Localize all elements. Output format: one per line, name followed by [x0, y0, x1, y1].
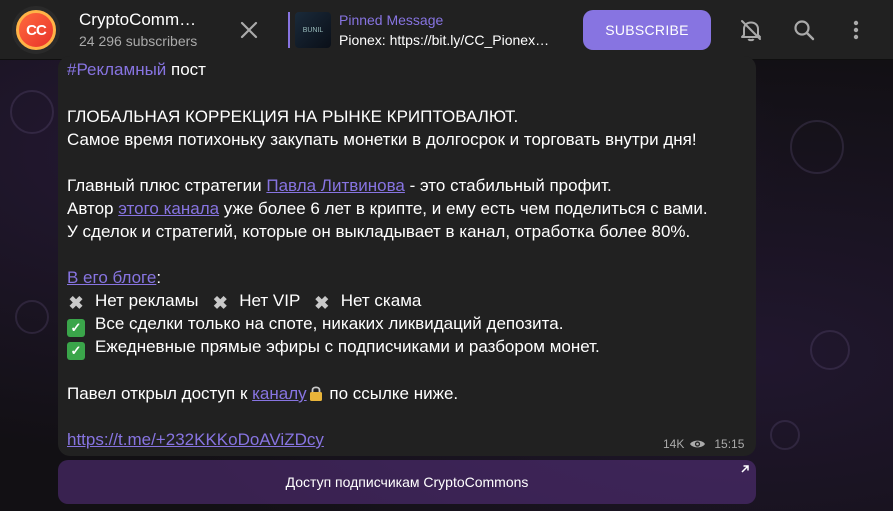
- more-vertical-icon: [853, 20, 859, 40]
- feature-spot-text: Все сделки только на споте, никаких ликв…: [95, 314, 564, 333]
- channel-access-link[interactable]: каналу: [252, 384, 307, 403]
- more-menu-button[interactable]: [842, 16, 870, 44]
- blog-link[interactable]: В его блоге: [67, 268, 156, 287]
- message-line-2: Самое время потихоньку закупать монетки …: [67, 130, 697, 149]
- message-line-3: Главный плюс стратегии Павла Литвинова -…: [67, 176, 612, 196]
- message-time: 15:15: [714, 437, 745, 451]
- line3-end: - это стабильный профит.: [404, 176, 612, 195]
- external-arrow-icon: [741, 465, 749, 473]
- line7-end: по ссылке ниже.: [324, 384, 459, 403]
- message-headline: ГЛОБАЛЬНАЯ КОРРЕКЦИЯ НА РЫНКЕ КРИПТОВАЛЮ…: [67, 107, 519, 126]
- feature-line-streams: ✓ Ежедневные прямые эфиры с подписчиками …: [67, 337, 600, 360]
- message-line-5: У сделок и стратегий, которые он выклады…: [67, 222, 691, 241]
- subscribe-button[interactable]: SUBSCRIBE: [583, 10, 711, 50]
- pinned-text: Pionex: https://bit.ly/CC_Pionex…: [339, 32, 550, 48]
- line4-end: уже более 6 лет в крипте, и ему есть чем…: [219, 199, 708, 218]
- cross-mark-icon: ✖: [314, 293, 330, 313]
- pinned-thumbnail: BUNIL: [295, 12, 331, 48]
- subscriber-count: 24 296 subscribers: [79, 33, 198, 49]
- invite-url-line: https://t.me/+232KKKoDoAViZDcy: [67, 430, 324, 450]
- cross-mark-icon: ✖: [212, 293, 228, 313]
- message-line-4: Автор этого канала уже более 6 лет в кри…: [67, 199, 708, 219]
- mute-bell-icon: [741, 20, 761, 42]
- pinned-label: Pinned Message: [339, 12, 444, 28]
- check-mark-icon: ✓: [67, 342, 85, 360]
- hashtag-suffix: пост: [166, 60, 206, 79]
- search-button[interactable]: [790, 16, 818, 44]
- close-button[interactable]: [234, 16, 264, 44]
- feature-no-scam: Нет скама: [340, 291, 422, 310]
- mute-button[interactable]: [737, 16, 765, 44]
- avatar-logo: CC: [16, 10, 56, 50]
- check-mark-icon: ✓: [67, 319, 85, 337]
- lock-icon: [309, 386, 322, 401]
- message-line-hashtag: #Рекламный пост: [67, 60, 206, 80]
- eye-icon: [690, 440, 706, 448]
- channel-avatar[interactable]: CC: [12, 6, 60, 54]
- cross-mark-icon: ✖: [68, 293, 84, 313]
- features-negative-line: ✖ Нет рекламы ✖ Нет VIP ✖ Нет скама: [67, 291, 421, 312]
- line6-colon: :: [156, 268, 162, 287]
- pinned-indicator: [288, 12, 290, 48]
- line4-start: Автор: [67, 199, 119, 218]
- channel-title[interactable]: CryptoCommons: [79, 10, 199, 30]
- feature-line-spot: ✓ Все сделки только на споте, никаких лик…: [67, 314, 563, 337]
- line7-start: Павел открыл доступ к: [67, 384, 253, 403]
- hashtag-link[interactable]: #Рекламный: [67, 60, 166, 79]
- line3-start: Главный плюс стратегии: [67, 176, 267, 195]
- channel-link[interactable]: этого канала: [118, 199, 219, 218]
- message-line-6: В его блоге:: [67, 268, 161, 288]
- inline-button-label: Доступ подписчикам CryptoCommons: [285, 474, 529, 490]
- feature-no-vip: Нет VIP: [239, 291, 301, 310]
- feature-streams-text: Ежедневные прямые эфиры с подписчиками и…: [95, 337, 600, 356]
- message-meta: 14K 15:15: [663, 437, 744, 451]
- feature-no-ads: Нет рекламы: [95, 291, 199, 310]
- access-inline-button[interactable]: Доступ подписчикам CryptoCommons: [58, 460, 756, 504]
- view-count: 14K: [663, 437, 685, 451]
- author-name-link[interactable]: Павла Литвинова: [266, 176, 405, 195]
- close-icon: [240, 21, 258, 39]
- message-line-7: Павел открыл доступ к каналу по ссылке н…: [67, 384, 458, 404]
- search-icon: [794, 20, 815, 41]
- pinned-message[interactable]: BUNIL Pinned Message Pionex: https://bit…: [288, 8, 573, 52]
- invite-url-link[interactable]: https://t.me/+232KKKoDoAViZDcy: [67, 430, 324, 449]
- chat-header: CC CryptoCommons 24 296 subscribers BUNI…: [0, 0, 893, 60]
